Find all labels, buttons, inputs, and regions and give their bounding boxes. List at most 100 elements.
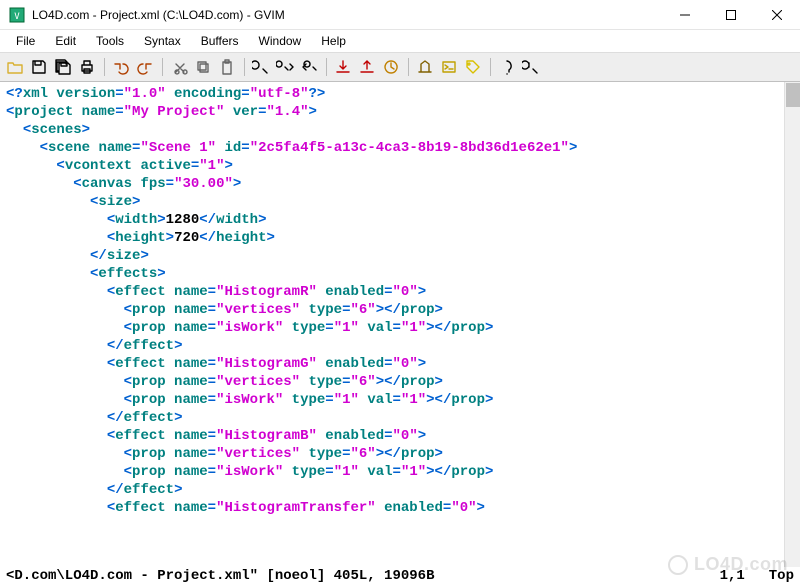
make-button[interactable] <box>414 56 436 78</box>
code-token: < <box>124 464 132 480</box>
code-token: prop <box>401 446 435 462</box>
toolbar <box>0 52 800 82</box>
code-token: "utf-8" <box>250 86 309 102</box>
menu-file[interactable]: File <box>6 32 45 50</box>
code-token: "1" <box>199 158 224 174</box>
find-button[interactable] <box>250 56 272 78</box>
code-token: < <box>107 356 115 372</box>
code-token: > <box>132 194 140 210</box>
code-token: name <box>174 500 208 516</box>
menu-syntax[interactable]: Syntax <box>134 32 191 50</box>
code-line[interactable]: </effect> <box>6 481 778 499</box>
close-button[interactable] <box>754 0 800 29</box>
status-file-info: <D.com\LO4D.com - Project.xml" [noeol] 4… <box>6 567 720 585</box>
code-token <box>6 248 90 264</box>
code-token: val <box>359 320 393 336</box>
code-token: > <box>435 302 443 318</box>
code-token: > <box>435 446 443 462</box>
code-token: name <box>174 374 208 390</box>
code-token: project <box>14 104 81 120</box>
menu-tools[interactable]: Tools <box>86 32 134 50</box>
code-token: "2c5fa4f5-a13c-4ca3-8b19-8bd36d1e62e1" <box>250 140 569 156</box>
shell-button[interactable] <box>438 56 460 78</box>
help-button[interactable] <box>496 56 518 78</box>
code-line[interactable]: <project name="My Project" ver="1.4"> <box>6 103 778 121</box>
code-line[interactable]: <effect name="HistogramR" enabled="0"> <box>6 283 778 301</box>
code-line[interactable]: </size> <box>6 247 778 265</box>
code-token: "HistogramB" <box>216 428 317 444</box>
code-token: name <box>174 392 208 408</box>
save-session-button[interactable] <box>356 56 378 78</box>
code-line[interactable]: </effect> <box>6 409 778 427</box>
run-script-icon <box>382 58 400 76</box>
minimize-button[interactable] <box>662 0 708 29</box>
code-token: "0" <box>451 500 476 516</box>
code-line[interactable]: <scenes> <box>6 121 778 139</box>
code-line[interactable]: <prop name="isWork" type="1" val="1"></p… <box>6 463 778 481</box>
code-line[interactable]: <vcontext active="1"> <box>6 157 778 175</box>
code-line[interactable]: <height>720</height> <box>6 229 778 247</box>
code-token: prop <box>401 374 435 390</box>
code-token: name <box>82 104 116 120</box>
code-token: > <box>418 284 426 300</box>
code-token: = <box>208 464 216 480</box>
code-token: width <box>216 212 258 228</box>
save-all-icon <box>54 58 72 76</box>
code-line[interactable]: <canvas fps="30.00"> <box>6 175 778 193</box>
code-token: ></ <box>426 392 451 408</box>
code-line[interactable]: <prop name="vertices" type="6"></prop> <box>6 373 778 391</box>
code-token: > <box>157 266 165 282</box>
print-button[interactable] <box>76 56 98 78</box>
scrollbar-thumb[interactable] <box>786 83 800 107</box>
code-token <box>6 446 124 462</box>
open-button[interactable] <box>4 56 26 78</box>
window-title: LO4D.com - Project.xml (C:\LO4D.com) - G… <box>32 8 285 22</box>
find-prev-button[interactable] <box>298 56 320 78</box>
code-line[interactable]: <prop name="isWork" type="1" val="1"></p… <box>6 319 778 337</box>
tag-button[interactable] <box>462 56 484 78</box>
code-token: size <box>98 194 132 210</box>
code-token: "1" <box>401 320 426 336</box>
menu-buffers[interactable]: Buffers <box>191 32 249 50</box>
code-line[interactable]: <effects> <box>6 265 778 283</box>
run-script-button[interactable] <box>380 56 402 78</box>
cut-button[interactable] <box>168 56 190 78</box>
save-button[interactable] <box>28 56 50 78</box>
code-line[interactable]: <?xml version="1.0" encoding="utf-8"?> <box>6 85 778 103</box>
redo-button[interactable] <box>134 56 156 78</box>
find-help-button[interactable] <box>520 56 542 78</box>
load-session-button[interactable] <box>332 56 354 78</box>
find-prev-icon <box>300 58 318 76</box>
paste-button[interactable] <box>216 56 238 78</box>
copy-button[interactable] <box>192 56 214 78</box>
vertical-scrollbar[interactable] <box>784 82 800 567</box>
code-token: prop <box>401 302 435 318</box>
code-token: "6" <box>351 302 376 318</box>
code-line[interactable]: <prop name="isWork" type="1" val="1"></p… <box>6 391 778 409</box>
editor-text-area[interactable]: <?xml version="1.0" encoding="utf-8"?><p… <box>0 82 784 567</box>
undo-button[interactable] <box>110 56 132 78</box>
code-line[interactable]: <effect name="HistogramTransfer" enabled… <box>6 499 778 517</box>
maximize-button[interactable] <box>708 0 754 29</box>
save-all-button[interactable] <box>52 56 74 78</box>
code-line[interactable]: <width>1280</width> <box>6 211 778 229</box>
code-token: name <box>174 446 208 462</box>
code-token: encoding <box>166 86 242 102</box>
code-line[interactable]: </effect> <box>6 337 778 355</box>
menu-window[interactable]: Window <box>249 32 312 50</box>
code-line[interactable]: <prop name="vertices" type="6"></prop> <box>6 445 778 463</box>
menu-help[interactable]: Help <box>311 32 356 50</box>
find-next-button[interactable] <box>274 56 296 78</box>
code-line[interactable]: <prop name="vertices" type="6"></prop> <box>6 301 778 319</box>
code-line[interactable]: <effect name="HistogramG" enabled="0"> <box>6 355 778 373</box>
code-line[interactable]: <scene name="Scene 1" id="2c5fa4f5-a13c-… <box>6 139 778 157</box>
menu-edit[interactable]: Edit <box>45 32 86 50</box>
menubar: FileEditToolsSyntaxBuffersWindowHelp <box>0 30 800 52</box>
code-line[interactable]: <size> <box>6 193 778 211</box>
code-token: > <box>174 482 182 498</box>
code-token: = <box>208 320 216 336</box>
save-session-icon <box>358 58 376 76</box>
editor-wrap: <?xml version="1.0" encoding="utf-8"?><p… <box>0 82 800 585</box>
code-token: < <box>124 446 132 462</box>
code-line[interactable]: <effect name="HistogramB" enabled="0"> <box>6 427 778 445</box>
